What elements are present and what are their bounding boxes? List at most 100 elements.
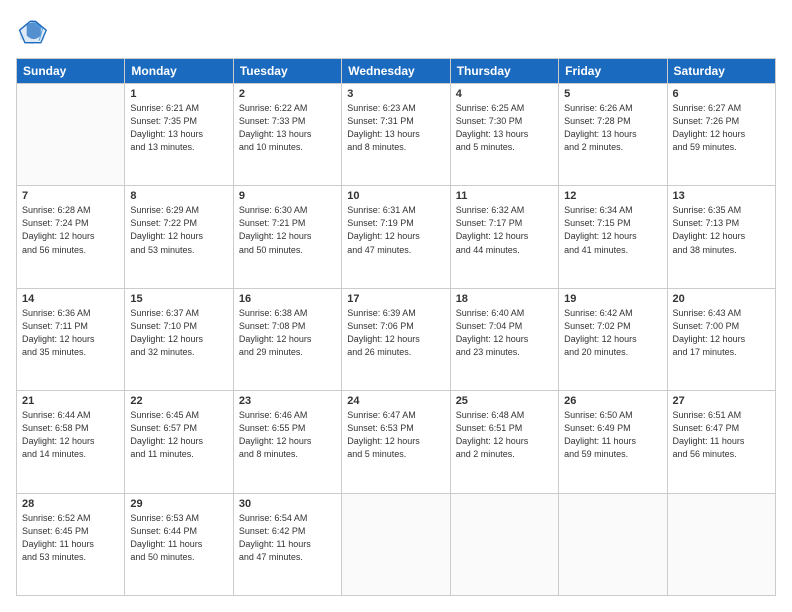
calendar-cell: 17 Sunrise: 6:39 AMSunset: 7:06 PMDaylig…	[342, 288, 450, 390]
calendar-cell: 26 Sunrise: 6:50 AMSunset: 6:49 PMDaylig…	[559, 391, 667, 493]
day-number: 8	[130, 190, 227, 202]
day-number: 21	[22, 395, 119, 407]
calendar-cell: 18 Sunrise: 6:40 AMSunset: 7:04 PMDaylig…	[450, 288, 558, 390]
day-number: 10	[347, 190, 444, 202]
weekday-header-saturday: Saturday	[667, 59, 775, 84]
day-info: Sunrise: 6:22 AMSunset: 7:33 PMDaylight:…	[239, 102, 336, 154]
day-info: Sunrise: 6:50 AMSunset: 6:49 PMDaylight:…	[564, 409, 661, 461]
day-info: Sunrise: 6:51 AMSunset: 6:47 PMDaylight:…	[673, 409, 770, 461]
calendar-cell: 28 Sunrise: 6:52 AMSunset: 6:45 PMDaylig…	[17, 493, 125, 595]
week-row-3: 21 Sunrise: 6:44 AMSunset: 6:58 PMDaylig…	[17, 391, 776, 493]
day-number: 5	[564, 88, 661, 100]
day-number: 26	[564, 395, 661, 407]
day-info: Sunrise: 6:32 AMSunset: 7:17 PMDaylight:…	[456, 204, 553, 256]
header	[16, 16, 776, 48]
day-number: 1	[130, 88, 227, 100]
day-info: Sunrise: 6:26 AMSunset: 7:28 PMDaylight:…	[564, 102, 661, 154]
day-info: Sunrise: 6:47 AMSunset: 6:53 PMDaylight:…	[347, 409, 444, 461]
calendar-cell: 2 Sunrise: 6:22 AMSunset: 7:33 PMDayligh…	[233, 84, 341, 186]
day-number: 15	[130, 293, 227, 305]
calendar-cell: 12 Sunrise: 6:34 AMSunset: 7:15 PMDaylig…	[559, 186, 667, 288]
calendar-cell: 19 Sunrise: 6:42 AMSunset: 7:02 PMDaylig…	[559, 288, 667, 390]
day-info: Sunrise: 6:39 AMSunset: 7:06 PMDaylight:…	[347, 307, 444, 359]
day-info: Sunrise: 6:36 AMSunset: 7:11 PMDaylight:…	[22, 307, 119, 359]
day-number: 6	[673, 88, 770, 100]
calendar-cell: 25 Sunrise: 6:48 AMSunset: 6:51 PMDaylig…	[450, 391, 558, 493]
calendar-cell: 13 Sunrise: 6:35 AMSunset: 7:13 PMDaylig…	[667, 186, 775, 288]
weekday-header-friday: Friday	[559, 59, 667, 84]
day-number: 19	[564, 293, 661, 305]
calendar-cell: 30 Sunrise: 6:54 AMSunset: 6:42 PMDaylig…	[233, 493, 341, 595]
day-number: 18	[456, 293, 553, 305]
day-number: 27	[673, 395, 770, 407]
calendar-cell: 21 Sunrise: 6:44 AMSunset: 6:58 PMDaylig…	[17, 391, 125, 493]
calendar-cell	[559, 493, 667, 595]
day-info: Sunrise: 6:27 AMSunset: 7:26 PMDaylight:…	[673, 102, 770, 154]
calendar-cell: 10 Sunrise: 6:31 AMSunset: 7:19 PMDaylig…	[342, 186, 450, 288]
day-number: 7	[22, 190, 119, 202]
weekday-header-tuesday: Tuesday	[233, 59, 341, 84]
calendar-cell: 3 Sunrise: 6:23 AMSunset: 7:31 PMDayligh…	[342, 84, 450, 186]
calendar-cell	[450, 493, 558, 595]
week-row-0: 1 Sunrise: 6:21 AMSunset: 7:35 PMDayligh…	[17, 84, 776, 186]
day-info: Sunrise: 6:21 AMSunset: 7:35 PMDaylight:…	[130, 102, 227, 154]
day-number: 17	[347, 293, 444, 305]
calendar-cell: 1 Sunrise: 6:21 AMSunset: 7:35 PMDayligh…	[125, 84, 233, 186]
calendar-cell: 9 Sunrise: 6:30 AMSunset: 7:21 PMDayligh…	[233, 186, 341, 288]
weekday-header-monday: Monday	[125, 59, 233, 84]
day-info: Sunrise: 6:53 AMSunset: 6:44 PMDaylight:…	[130, 512, 227, 564]
calendar-cell: 5 Sunrise: 6:26 AMSunset: 7:28 PMDayligh…	[559, 84, 667, 186]
day-number: 11	[456, 190, 553, 202]
weekday-header-row: SundayMondayTuesdayWednesdayThursdayFrid…	[17, 59, 776, 84]
day-number: 3	[347, 88, 444, 100]
day-info: Sunrise: 6:48 AMSunset: 6:51 PMDaylight:…	[456, 409, 553, 461]
week-row-2: 14 Sunrise: 6:36 AMSunset: 7:11 PMDaylig…	[17, 288, 776, 390]
day-number: 16	[239, 293, 336, 305]
day-info: Sunrise: 6:25 AMSunset: 7:30 PMDaylight:…	[456, 102, 553, 154]
day-info: Sunrise: 6:38 AMSunset: 7:08 PMDaylight:…	[239, 307, 336, 359]
calendar-table: SundayMondayTuesdayWednesdayThursdayFrid…	[16, 58, 776, 596]
weekday-header-wednesday: Wednesday	[342, 59, 450, 84]
calendar-cell: 15 Sunrise: 6:37 AMSunset: 7:10 PMDaylig…	[125, 288, 233, 390]
day-info: Sunrise: 6:45 AMSunset: 6:57 PMDaylight:…	[130, 409, 227, 461]
day-info: Sunrise: 6:40 AMSunset: 7:04 PMDaylight:…	[456, 307, 553, 359]
page: SundayMondayTuesdayWednesdayThursdayFrid…	[0, 0, 792, 612]
day-number: 13	[673, 190, 770, 202]
day-info: Sunrise: 6:31 AMSunset: 7:19 PMDaylight:…	[347, 204, 444, 256]
calendar-cell	[342, 493, 450, 595]
calendar-cell: 23 Sunrise: 6:46 AMSunset: 6:55 PMDaylig…	[233, 391, 341, 493]
day-info: Sunrise: 6:43 AMSunset: 7:00 PMDaylight:…	[673, 307, 770, 359]
weekday-header-thursday: Thursday	[450, 59, 558, 84]
day-info: Sunrise: 6:28 AMSunset: 7:24 PMDaylight:…	[22, 204, 119, 256]
day-info: Sunrise: 6:30 AMSunset: 7:21 PMDaylight:…	[239, 204, 336, 256]
day-info: Sunrise: 6:44 AMSunset: 6:58 PMDaylight:…	[22, 409, 119, 461]
day-info: Sunrise: 6:42 AMSunset: 7:02 PMDaylight:…	[564, 307, 661, 359]
calendar-cell: 14 Sunrise: 6:36 AMSunset: 7:11 PMDaylig…	[17, 288, 125, 390]
day-info: Sunrise: 6:34 AMSunset: 7:15 PMDaylight:…	[564, 204, 661, 256]
calendar-cell: 16 Sunrise: 6:38 AMSunset: 7:08 PMDaylig…	[233, 288, 341, 390]
week-row-1: 7 Sunrise: 6:28 AMSunset: 7:24 PMDayligh…	[17, 186, 776, 288]
day-number: 20	[673, 293, 770, 305]
weekday-header-sunday: Sunday	[17, 59, 125, 84]
day-number: 2	[239, 88, 336, 100]
day-info: Sunrise: 6:37 AMSunset: 7:10 PMDaylight:…	[130, 307, 227, 359]
calendar-cell: 27 Sunrise: 6:51 AMSunset: 6:47 PMDaylig…	[667, 391, 775, 493]
day-number: 14	[22, 293, 119, 305]
calendar-cell: 8 Sunrise: 6:29 AMSunset: 7:22 PMDayligh…	[125, 186, 233, 288]
week-row-4: 28 Sunrise: 6:52 AMSunset: 6:45 PMDaylig…	[17, 493, 776, 595]
day-number: 4	[456, 88, 553, 100]
calendar-cell: 24 Sunrise: 6:47 AMSunset: 6:53 PMDaylig…	[342, 391, 450, 493]
day-number: 30	[239, 498, 336, 510]
day-info: Sunrise: 6:46 AMSunset: 6:55 PMDaylight:…	[239, 409, 336, 461]
day-number: 28	[22, 498, 119, 510]
calendar-cell	[667, 493, 775, 595]
calendar-cell: 4 Sunrise: 6:25 AMSunset: 7:30 PMDayligh…	[450, 84, 558, 186]
day-number: 22	[130, 395, 227, 407]
calendar-cell: 29 Sunrise: 6:53 AMSunset: 6:44 PMDaylig…	[125, 493, 233, 595]
day-number: 9	[239, 190, 336, 202]
day-number: 29	[130, 498, 227, 510]
calendar-cell: 11 Sunrise: 6:32 AMSunset: 7:17 PMDaylig…	[450, 186, 558, 288]
day-number: 24	[347, 395, 444, 407]
day-info: Sunrise: 6:23 AMSunset: 7:31 PMDaylight:…	[347, 102, 444, 154]
calendar-cell: 20 Sunrise: 6:43 AMSunset: 7:00 PMDaylig…	[667, 288, 775, 390]
